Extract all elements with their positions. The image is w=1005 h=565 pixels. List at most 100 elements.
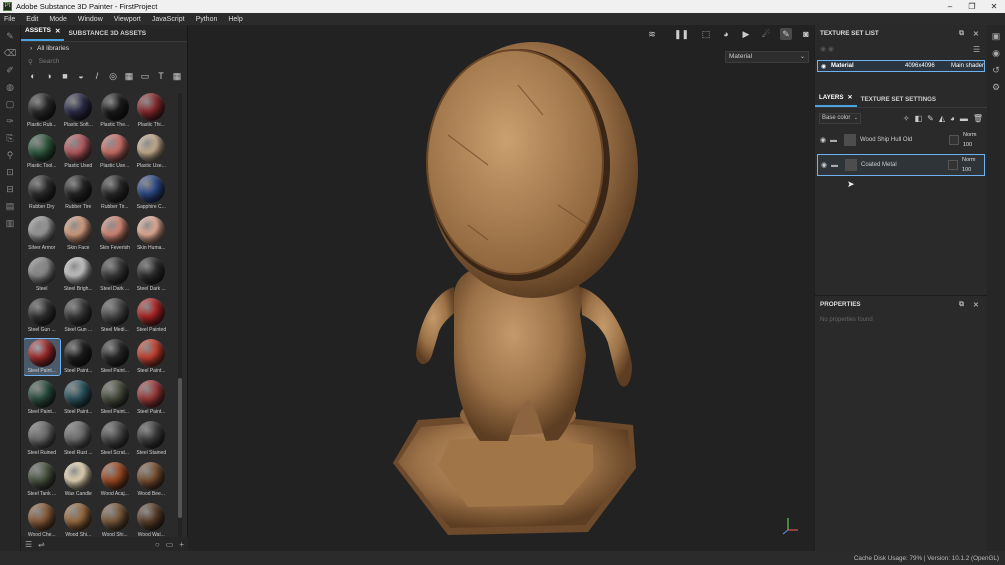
material-thumbnail[interactable]: Wood Che... [24,503,60,537]
material-thumbnail[interactable]: Rubber Tire [61,175,97,211]
close-icon[interactable]: ✕ [973,30,979,38]
filter-textures-icon[interactable]: ◒ [75,70,87,82]
add-folder-icon[interactable]: ▬ [960,114,968,123]
screenshot-icon[interactable]: ◙ [800,28,812,40]
menu-python[interactable]: Python [196,16,218,23]
blend-mode[interactable]: Norm [962,155,984,165]
add-paint-layer-icon[interactable]: ✎ [927,114,934,123]
filter-fonts-icon[interactable]: T [155,70,167,82]
select-mode-icon[interactable]: ⬚ [700,28,712,40]
maximize-button[interactable]: ❐ [961,2,983,11]
material-thumbnail[interactable]: Silver Armor [24,216,60,252]
geometry-mask-icon[interactable]: ◍ [4,82,17,93]
polygon-fill-icon[interactable]: ▢ [4,99,17,110]
filter-all-icon[interactable]: ◐ [27,70,39,82]
material-thumbnail[interactable]: Plastic Used [61,134,97,170]
material-thumbnail[interactable]: Plastic Rub... [24,93,60,129]
eraser-icon[interactable]: ⌫ [4,48,17,59]
close-icon[interactable]: ✕ [973,301,979,309]
material-thumbnail[interactable]: Steel Tank ... [24,462,60,498]
menu-file[interactable]: File [4,16,15,23]
search-input[interactable]: ⚲ Search [21,55,187,68]
eye-icon[interactable]: ◉ [821,63,831,70]
layer-row[interactable]: ◉ ▬ Wood Ship Hull Old Norm 100 [817,129,985,151]
dock-assets-icon[interactable]: ⊡ [4,167,17,178]
material-thumbnail[interactable]: Steel Paint... [97,339,133,375]
reset-icon[interactable]: ○ [155,540,160,549]
filter-filters-icon[interactable]: ▦ [123,70,135,82]
pause-icon[interactable]: ❚❚ [674,28,689,40]
material-thumbnail[interactable]: Steel Scrat... [97,421,133,457]
material-thumbnail[interactable]: Skin Feverish [97,216,133,252]
material-thumbnail[interactable]: Steel Medi... [97,298,133,334]
material-mode-dropdown[interactable]: Material ⌄ [725,51,809,63]
material-thumbnail[interactable]: Steel Brigh... [61,257,97,293]
menu-javascript[interactable]: JavaScript [152,16,185,23]
material-thumbnail[interactable]: Steel Ruined [24,421,60,457]
delete-icon[interactable]: 🗑 [973,114,983,123]
assets-scrollbar[interactable] [178,93,182,537]
list-view-icon[interactable]: ☰ [25,540,32,549]
light-icon[interactable]: ☄ [760,28,772,40]
material-thumbnail[interactable]: Wood Shi... [97,503,133,537]
material-thumbnail[interactable]: Wood Bee... [134,462,170,498]
tab-texture-set-settings[interactable]: TEXTURE SET SETTINGS [857,96,940,107]
material-thumbnail[interactable]: Skin Huma... [134,216,170,252]
scrollbar-thumb[interactable] [178,378,182,518]
material-thumbnail[interactable]: Steel Paint... [61,339,97,375]
float-panel-icon[interactable]: ⧉ [959,30,964,38]
material-thumbnail[interactable]: Wood Shi... [61,503,97,537]
viewport-3d[interactable]: ≋ ❚❚ ⬚ ◕ ▶ ☄ ✎ ◙ Material ⌄ [188,25,814,551]
close-window-button[interactable]: ✕ [983,2,1005,11]
menu-viewport[interactable]: Viewport [114,16,141,23]
filter-environment-icon[interactable]: ▭ [139,70,151,82]
filter-brushes-icon[interactable]: / [91,70,103,82]
projection-icon[interactable]: ✐ [4,65,17,76]
shader-settings-icon[interactable]: ◉ [987,48,1005,59]
material-thumbnail[interactable]: Steel Dark ... [97,257,133,293]
material-thumbnail[interactable]: Sapphire C... [134,175,170,211]
tab-assets[interactable]: ASSETS ✕ [21,27,65,41]
material-thumbnail[interactable]: Steel Gun ... [61,298,97,334]
channel-dropdown[interactable]: Base color ⌄ [819,112,861,124]
smudge-icon[interactable]: ✑ [4,116,17,127]
material-thumbnail[interactable]: Steel Paint... [24,338,61,376]
menu-mode[interactable]: Mode [49,16,67,23]
add-icon[interactable]: + [179,540,184,549]
paint-mode-icon[interactable]: ✎ [780,28,792,40]
material-thumbnail[interactable]: Steel Painted [134,298,170,334]
add-fill-layer-icon[interactable]: ◭ [939,114,945,123]
material-thumbnail[interactable]: Rubber Dry [24,175,60,211]
menu-window[interactable]: Window [78,16,103,23]
material-thumbnail[interactable]: Steel [24,257,60,293]
material-thumbnail[interactable]: Steel Dark ... [134,257,170,293]
history-icon[interactable]: ↺ [987,65,1005,76]
tab-substance-3d-assets[interactable]: SUBSTANCE 3D ASSETS [64,30,150,41]
menu-icon[interactable]: ☰ [973,45,980,54]
material-thumbnail[interactable]: Skin Face [61,216,97,252]
display-settings-icon[interactable]: ≋ [646,28,658,40]
layer-mask-thumbnail[interactable] [948,160,958,170]
material-thumbnail[interactable]: Plastic Use... [134,134,170,170]
minimize-button[interactable]: – [939,2,961,11]
material-thumbnail[interactable]: Steel Rust ... [61,421,97,457]
close-icon[interactable]: ✕ [848,94,853,101]
material-thumbnail[interactable]: Steel Paint... [97,380,133,416]
menu-edit[interactable]: Edit [26,16,38,23]
texture-set-shader[interactable]: Main shader [951,63,984,69]
dock-display-icon[interactable]: ▤ [4,201,17,212]
layer-blend-opacity[interactable]: Norm 100 [963,130,985,150]
dock-log-icon[interactable]: ▥ [4,218,17,229]
opacity-value[interactable]: 100 [962,165,984,175]
material-thumbnail[interactable]: Steel Paint... [134,380,170,416]
library-selector[interactable]: › All libraries [21,42,187,55]
filter-procedurals-icon[interactable]: ◎ [107,70,119,82]
material-thumbnail[interactable]: Wax Candle [61,462,97,498]
texture-set-row[interactable]: ◉ Material 4096x4096 Main shader [817,60,985,72]
new-window-icon[interactable]: ▭ [166,540,174,549]
eye-icon[interactable]: ◉ [821,161,831,169]
paint-brush-icon[interactable]: ✎ [4,31,17,42]
material-thumbnail[interactable]: Plastic Thi... [134,93,170,129]
clone-icon[interactable]: ⎘ [4,133,17,144]
material-thumbnail[interactable]: Steel Stained [134,421,170,457]
